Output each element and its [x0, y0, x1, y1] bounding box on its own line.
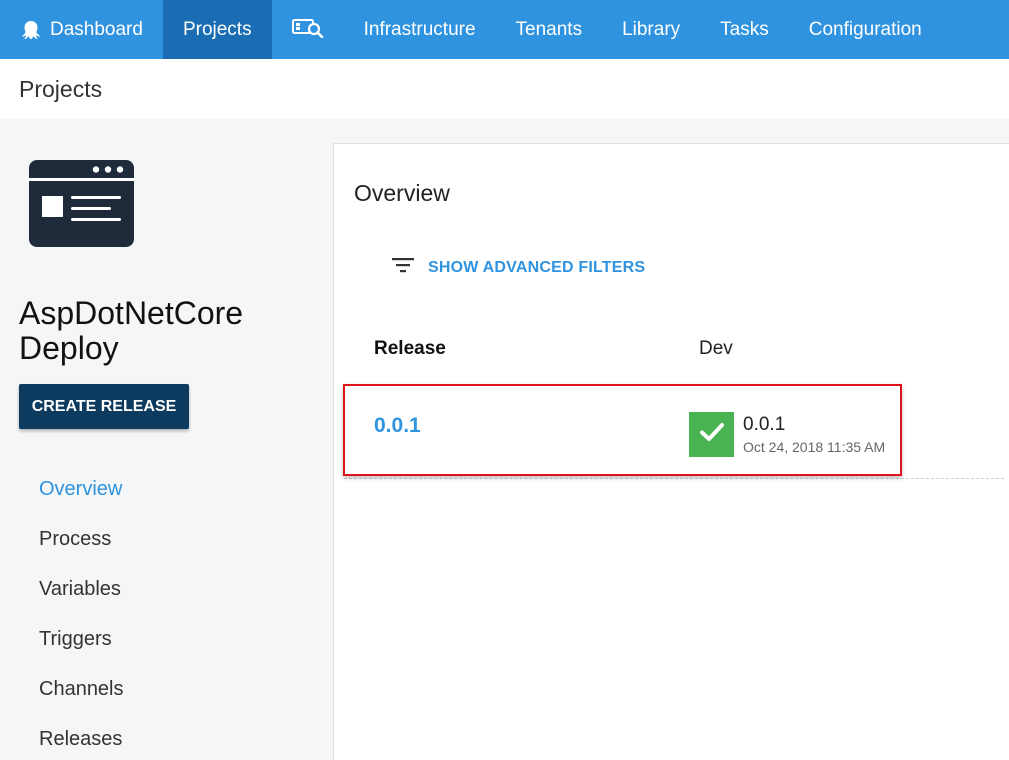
nav-configuration-label: Configuration — [808, 18, 922, 40]
nav-dashboard-label: Dashboard — [50, 18, 143, 40]
nav-library[interactable]: Library — [602, 0, 700, 59]
deployment-card[interactable]: 0.0.1 Oct 24, 2018 11:35 AM — [689, 412, 885, 457]
nav-projects[interactable]: Projects — [162, 0, 272, 59]
breadcrumb: Projects — [0, 59, 1009, 119]
breadcrumb-title[interactable]: Projects — [19, 76, 102, 103]
deployment-details: 0.0.1 Oct 24, 2018 11:35 AM — [743, 414, 885, 455]
nav-tenants[interactable]: Tenants — [496, 0, 603, 59]
octopus-logo-icon — [20, 19, 42, 41]
sidebar-item-process[interactable]: Process — [39, 524, 124, 574]
project-name: AspDotNetCore Deploy — [19, 295, 244, 366]
advanced-filters-toggle[interactable]: SHOW ADVANCED FILTERS — [392, 256, 645, 279]
sidebar-item-channels[interactable]: Channels — [39, 674, 124, 724]
sidebar-item-releases[interactable]: Releases — [39, 724, 124, 760]
sidebar-item-triggers[interactable]: Triggers — [39, 624, 124, 674]
project-window-icon — [29, 160, 134, 252]
top-nav: Dashboard Projects Infrastructure Tenant… — [0, 0, 1009, 59]
deployment-version: 0.0.1 — [743, 414, 786, 435]
filter-icon — [392, 256, 414, 279]
sidebar-item-variables[interactable]: Variables — [39, 574, 124, 624]
row-divider — [344, 478, 1004, 479]
checkmark-icon — [699, 422, 724, 447]
search-machine-icon — [291, 16, 324, 44]
sidebar-nav: Overview Process Variables Triggers Chan… — [39, 474, 124, 760]
advanced-filters-label: SHOW ADVANCED FILTERS — [428, 258, 646, 276]
nav-tasks-label: Tasks — [720, 18, 769, 40]
deployment-date: Oct 24, 2018 11:35 AM — [743, 439, 886, 455]
sidebar-item-overview[interactable]: Overview — [39, 474, 124, 524]
nav-infrastructure[interactable]: Infrastructure — [344, 0, 496, 59]
nav-configuration[interactable]: Configuration — [789, 0, 942, 59]
release-version-link[interactable]: 0.0.1 — [374, 414, 421, 438]
nav-search-machines[interactable] — [272, 0, 344, 59]
nav-tasks[interactable]: Tasks — [700, 0, 789, 59]
nav-dashboard[interactable]: Dashboard — [0, 0, 163, 59]
project-sidebar: AspDotNetCore Deploy CREATE RELEASE Over… — [0, 119, 333, 760]
nav-tenants-label: Tenants — [515, 18, 583, 40]
overview-panel: Overview SHOW ADVANCED FILTERS Release D… — [333, 143, 1009, 760]
nav-infrastructure-label: Infrastructure — [363, 18, 476, 40]
column-header-environment: Dev — [699, 338, 733, 359]
page-title: Overview — [354, 180, 450, 206]
create-release-button[interactable]: CREATE RELEASE — [19, 384, 189, 429]
nav-projects-label: Projects — [182, 18, 252, 40]
status-badge — [689, 412, 734, 457]
column-header-release: Release — [374, 338, 446, 359]
nav-library-label: Library — [622, 18, 681, 40]
